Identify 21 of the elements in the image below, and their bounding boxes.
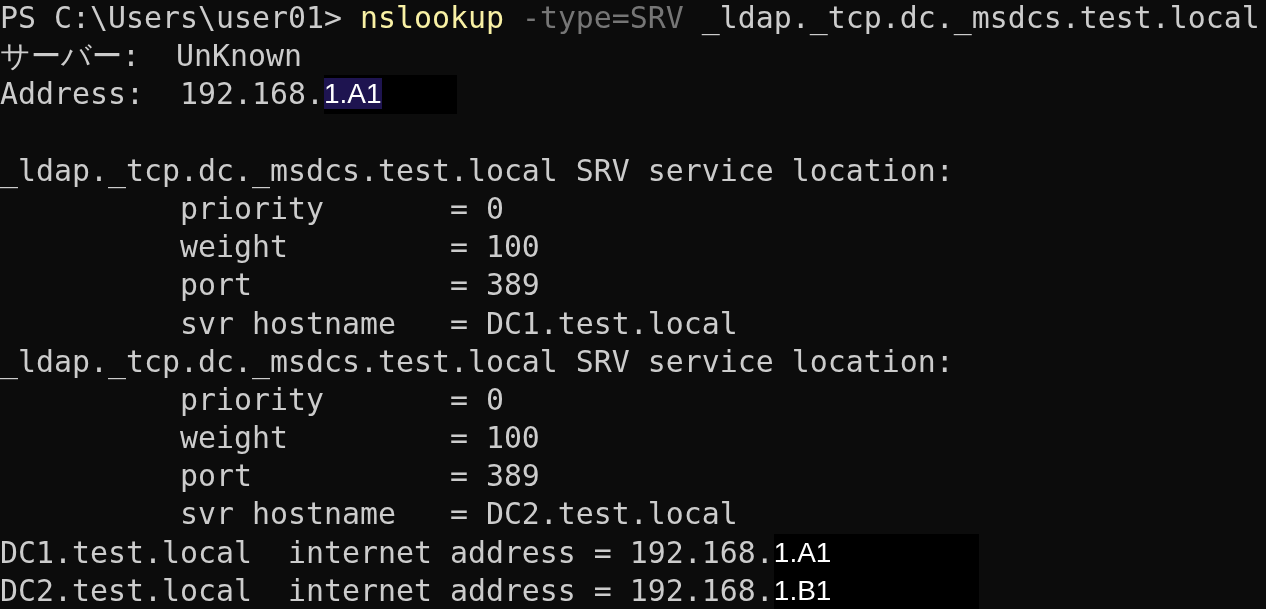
- prompt-text: PS C:\Users\user01>: [0, 0, 343, 35]
- parameter-text: -type=SRV: [520, 0, 684, 35]
- output-text: DC1.test.local internet address = 192.168.: [0, 534, 774, 570]
- command-text: nslookup: [359, 0, 504, 35]
- output-text: priority = 0: [178, 381, 504, 417]
- output-text: weight = 100: [178, 420, 540, 456]
- output-text: priority = 0: [178, 190, 504, 226]
- output-text: _ldap._tcp.dc._msdcs.test.local SRV service location:: [0, 343, 954, 379]
- output-text: port = 389: [178, 267, 540, 303]
- output-text: svr hostname = DC2.test.local: [178, 496, 738, 532]
- output-text: DC2.test.local internet address = 192.168.: [0, 572, 774, 608]
- redacted-text: 1.A1: [323, 75, 457, 114]
- output-text: サーバー: UnKnown: [0, 38, 302, 74]
- output-text: weight = 100: [178, 229, 540, 265]
- output-text: _ldap._tcp.dc._msdcs.test.local SRV service location:: [0, 152, 954, 188]
- output-text: _ldap._tcp.dc._msdcs.test.local: [700, 0, 1260, 35]
- output-text: port = 389: [178, 458, 540, 494]
- output-text: Address: 192.168.: [0, 76, 324, 112]
- output-text: svr hostname = DC1.test.local: [178, 305, 738, 341]
- redacted-text: 1.A1: [773, 533, 980, 572]
- redacted-text: 1.B1: [773, 571, 980, 609]
